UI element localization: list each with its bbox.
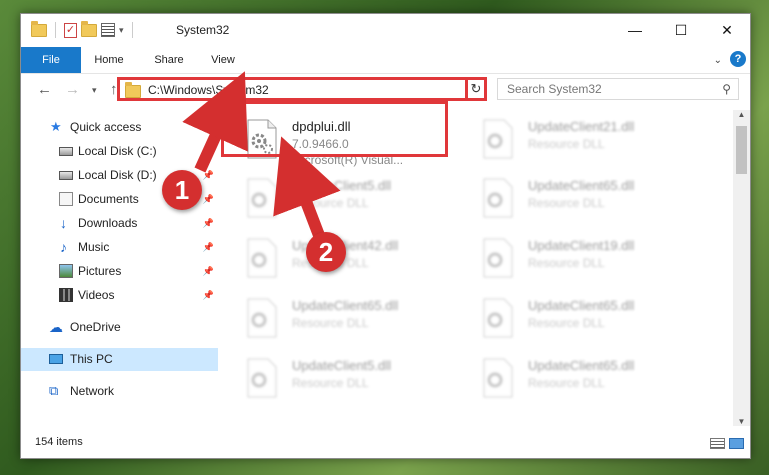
step-2-badge: 2 <box>306 232 346 272</box>
step-1-badge: 1 <box>162 170 202 210</box>
arrow-to-file <box>273 136 341 241</box>
annotation-arrows <box>182 71 341 241</box>
arrow-to-address-bar <box>182 71 248 173</box>
